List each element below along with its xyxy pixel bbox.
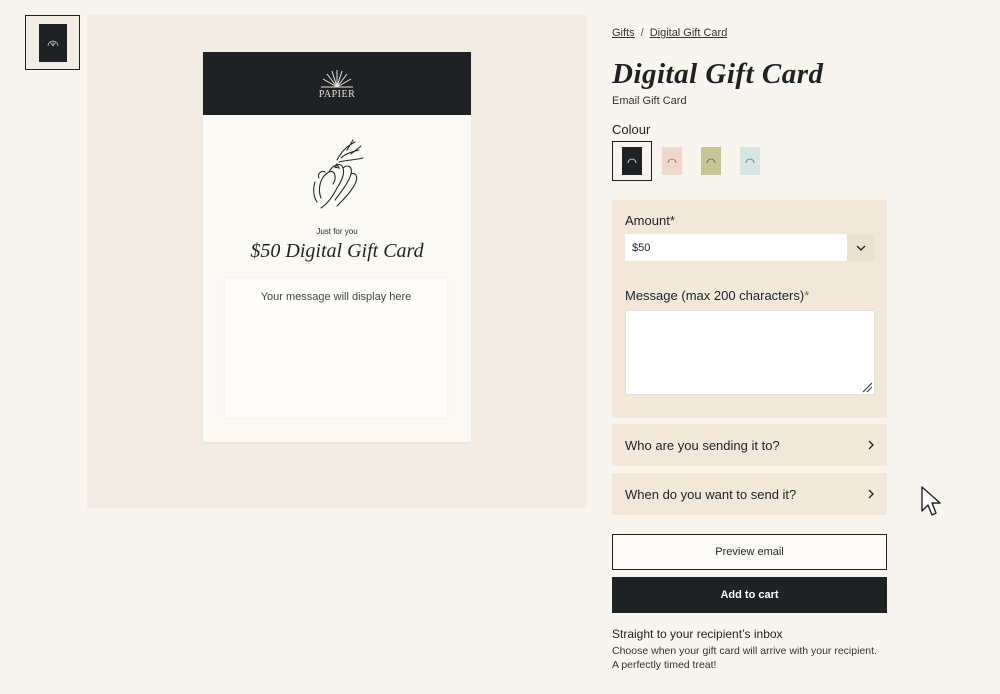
amount-selected-value: $50 — [632, 241, 651, 254]
preview-email-button[interactable]: Preview email — [612, 534, 887, 570]
colour-swatch-mint[interactable] — [730, 141, 770, 181]
breadcrumb-separator: / — [640, 27, 644, 39]
message-label: Message (max 200 characters)* — [625, 288, 809, 303]
hand-illustration-icon — [313, 139, 364, 209]
page-title: Digital Gift Card — [612, 58, 824, 90]
amount-label-text: Amount — [625, 213, 670, 228]
email-preview-card: PAPIER Just for you $50 Digital Gift Car… — [203, 52, 471, 442]
breadcrumb: Gifts / Digital Gift Card — [612, 27, 727, 39]
accordion-recipient[interactable]: Who are you sending it to? — [612, 424, 887, 466]
swatch-card-olive — [701, 147, 721, 175]
brand-name: PAPIER — [318, 88, 356, 100]
preview-card-title: $50 Digital Gift Card — [250, 240, 424, 262]
resize-grip-icon[interactable] — [861, 381, 873, 393]
message-textarea[interactable] — [625, 310, 875, 395]
preview-message-box: Your message will display here — [225, 279, 447, 417]
chevron-down-icon — [856, 245, 865, 251]
chevron-right-icon — [868, 440, 874, 450]
sunburst-logo-icon — [745, 158, 755, 164]
sunburst-logo-icon — [321, 69, 353, 87]
thumbnail-card — [38, 23, 67, 62]
gift-card-form: Amount* $50 Message (max 200 characters)… — [612, 200, 887, 418]
chevron-right-icon — [868, 489, 874, 499]
required-mark: * — [804, 288, 810, 303]
add-to-cart-button[interactable]: Add to cart — [612, 577, 887, 613]
colour-swatch-olive[interactable] — [691, 141, 731, 181]
mouse-cursor-icon — [921, 486, 941, 516]
email-header: PAPIER — [203, 52, 471, 115]
amount-dropdown-toggle[interactable] — [847, 234, 874, 261]
swatch-card-black — [622, 147, 642, 175]
colour-swatch-pink[interactable] — [652, 141, 692, 181]
accordion-schedule[interactable]: When do you want to send it? — [612, 473, 887, 515]
message-label-text: Message (max 200 characters) — [625, 288, 805, 303]
preview-message-placeholder: Your message will display here — [260, 291, 412, 303]
amount-label: Amount* — [625, 213, 675, 228]
sunburst-logo-icon — [627, 158, 637, 164]
swatch-card-pink — [662, 147, 682, 175]
swatch-card-mint — [740, 147, 760, 175]
product-thumbnail[interactable] — [25, 15, 80, 70]
colour-swatch-black[interactable] — [612, 141, 652, 181]
accordion-recipient-label: Who are you sending it to? — [625, 437, 780, 453]
gift-card-preview-area: PAPIER Just for you $50 Digital Gift Car… — [87, 15, 587, 508]
sunburst-logo-icon — [47, 40, 58, 46]
delivery-info-text: Choose when your gift card will arrive w… — [612, 645, 877, 671]
colour-label: Colour — [612, 122, 651, 137]
required-mark: * — [669, 213, 675, 228]
accordion-schedule-label: When do you want to send it? — [625, 486, 797, 502]
delivery-info-title: Straight to your recipient’s inbox — [612, 627, 783, 641]
breadcrumb-link-digital-gift-card[interactable]: Digital Gift Card — [650, 27, 728, 39]
product-subtitle: Email Gift Card — [612, 95, 687, 107]
preview-eyebrow: Just for you — [316, 227, 358, 236]
sunburst-logo-icon — [667, 158, 677, 164]
breadcrumb-link-gifts[interactable]: Gifts — [612, 27, 635, 39]
amount-select[interactable]: $50 — [625, 234, 874, 261]
sunburst-logo-icon — [706, 158, 716, 164]
